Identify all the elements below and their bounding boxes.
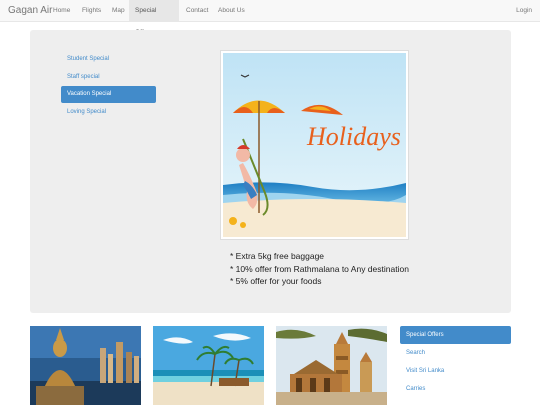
offers-panel: Student Special Staff special Vacation S… xyxy=(30,30,511,313)
nav-special-offers[interactable]: Special Offers xyxy=(129,0,179,36)
offer-line-discount: * 10% offer from Rathmalana to Any desti… xyxy=(230,264,409,274)
side-menu: Special Offers Search Visit Sri Lanka Ca… xyxy=(400,326,511,398)
offer-tab-vacation[interactable]: Vacation Special xyxy=(61,86,156,103)
beach-image[interactable] xyxy=(153,326,264,405)
offer-tab-loving[interactable]: Loving Special xyxy=(61,104,156,121)
offer-tab-student[interactable]: Student Special xyxy=(61,51,156,68)
nav-contact[interactable]: Contact xyxy=(180,0,214,22)
offer-tab-staff[interactable]: Staff special xyxy=(61,69,156,86)
temple-image[interactable] xyxy=(276,326,387,405)
nav-map[interactable]: Map xyxy=(106,0,131,22)
holiday-promo-image: Holidays xyxy=(220,50,409,240)
top-navbar: Gagan Air Home Flights Map Special Offer… xyxy=(0,0,540,36)
brand-logo[interactable]: Gagan Air xyxy=(8,5,52,16)
side-item-visit-sri-lanka[interactable]: Visit Sri Lanka xyxy=(400,362,511,380)
offer-line-food: * 5% offer for your foods xyxy=(230,276,322,286)
side-item-special-offers[interactable]: Special Offers xyxy=(400,326,511,344)
login-link[interactable]: Login xyxy=(516,0,532,22)
buddha-statue-image[interactable] xyxy=(30,326,141,405)
holidays-title: Holidays xyxy=(306,122,401,151)
nav-home[interactable]: Home xyxy=(47,0,76,22)
nav-about-us[interactable]: About Us xyxy=(212,0,251,22)
offer-line-baggage: * Extra 5kg free baggage xyxy=(230,251,325,261)
side-item-carries[interactable]: Carries xyxy=(400,380,511,398)
nav-flights[interactable]: Flights xyxy=(76,0,107,22)
side-item-search[interactable]: Search xyxy=(400,344,511,362)
